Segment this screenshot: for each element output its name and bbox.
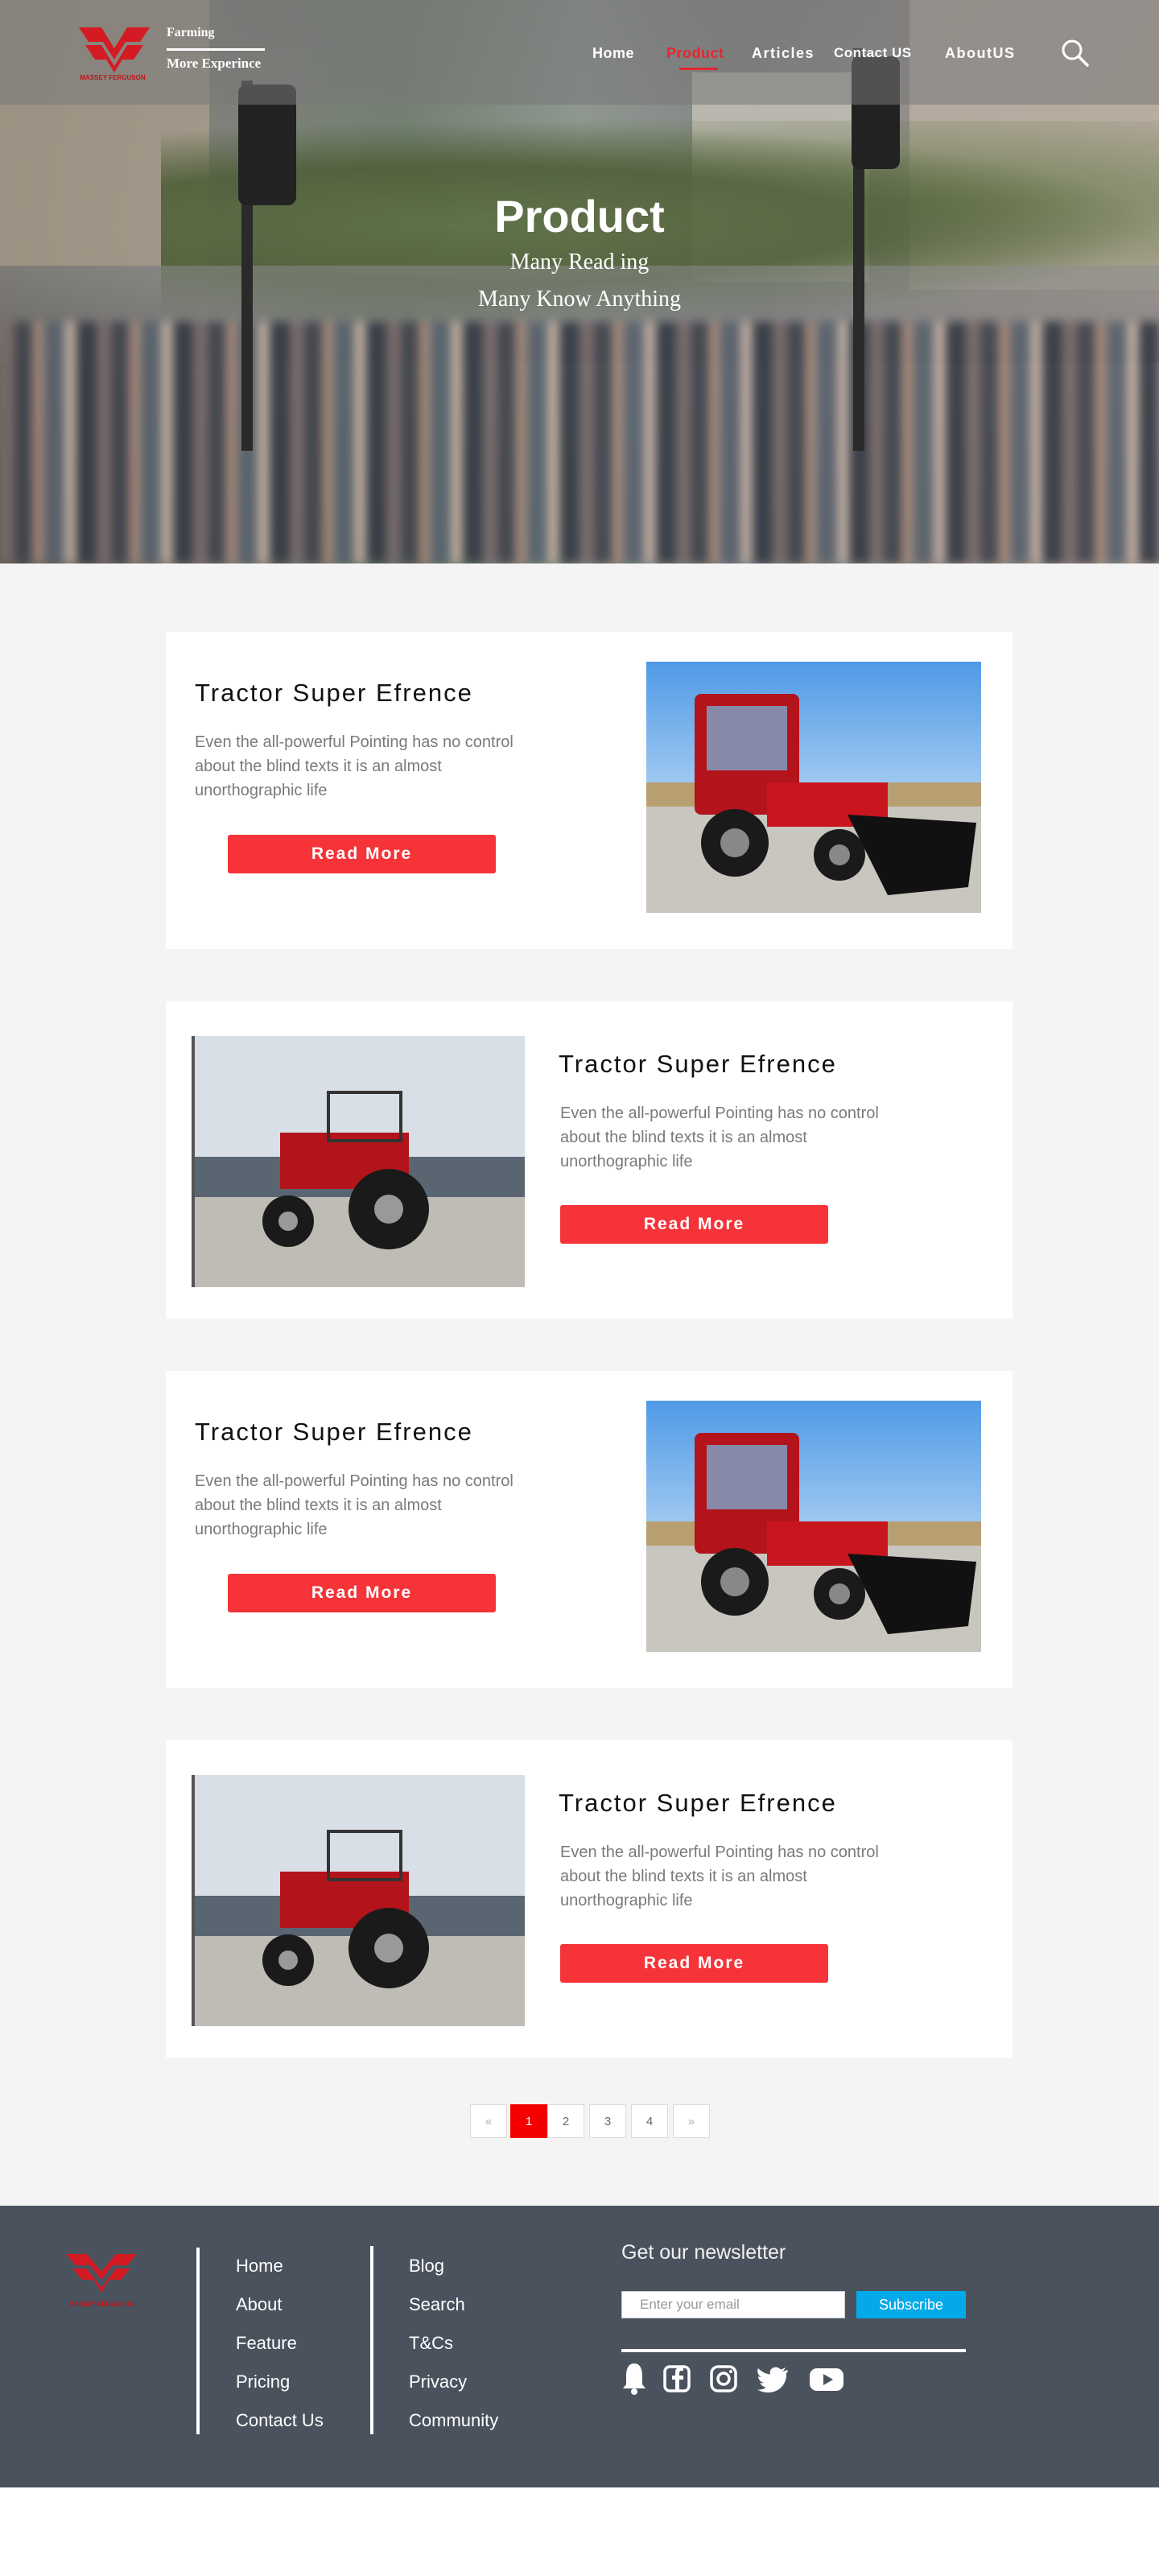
read-more-button[interactable]: Read More bbox=[560, 1944, 828, 1983]
nav-articles[interactable]: Articles bbox=[752, 45, 815, 62]
footer: MASSEY FERGUSON Home About Feature Prici… bbox=[0, 2206, 1159, 2487]
facebook-icon[interactable] bbox=[663, 2360, 691, 2396]
footer-link[interactable]: Community bbox=[409, 2410, 498, 2431]
tractor-vintage-image[interactable] bbox=[192, 1036, 525, 1287]
hero-title: Product bbox=[494, 191, 665, 242]
tractor-backhoe-image[interactable] bbox=[646, 662, 981, 913]
card-description: Even the all-powerful Pointing has no co… bbox=[195, 1472, 514, 1538]
nav-contact[interactable]: Contact US bbox=[834, 45, 912, 61]
pagination-prev[interactable]: « bbox=[470, 2104, 507, 2138]
footer-link[interactable]: T&Cs bbox=[409, 2333, 453, 2354]
footer-link[interactable]: Contact Us bbox=[236, 2410, 324, 2431]
product-card: Tractor Super Efrence Even the all-power… bbox=[166, 632, 1013, 949]
read-more-button[interactable]: Read More bbox=[228, 835, 496, 873]
hero-subtitle-1: Many Read ing bbox=[509, 250, 650, 275]
youtube-icon[interactable] bbox=[808, 2360, 845, 2396]
hero-subtitle-2: Many Know Anything bbox=[478, 287, 681, 312]
footer-link[interactable]: Pricing bbox=[236, 2372, 290, 2392]
tractor-backhoe-image[interactable] bbox=[646, 1401, 981, 1652]
instagram-icon[interactable] bbox=[710, 2360, 737, 2396]
hero-banner: MASSEY FERGUSON Farming More Experince H… bbox=[0, 0, 1159, 564]
pagination-page[interactable]: 4 bbox=[631, 2104, 668, 2138]
tagline-top: Farming bbox=[167, 26, 215, 39]
pagination-next[interactable]: » bbox=[673, 2104, 710, 2138]
card-title: Tractor Super Efrence bbox=[559, 1050, 837, 1078]
brand-name: MASSEY FERGUSON bbox=[80, 74, 146, 81]
email-input[interactable] bbox=[621, 2291, 845, 2318]
bell-icon[interactable] bbox=[621, 2360, 647, 2396]
read-more-button[interactable]: Read More bbox=[560, 1205, 828, 1244]
hero-crowd bbox=[0, 322, 1159, 564]
footer-logo[interactable] bbox=[64, 2252, 138, 2297]
tagline-divider bbox=[167, 48, 265, 51]
pagination-page[interactable]: 2 bbox=[547, 2104, 584, 2138]
footer-link[interactable]: About bbox=[236, 2294, 283, 2315]
search-icon[interactable] bbox=[1061, 39, 1090, 68]
card-description: Even the all-powerful Pointing has no co… bbox=[195, 733, 514, 799]
product-card: Tractor Super Efrence Even the all-power… bbox=[166, 1371, 1013, 1688]
twitter-icon[interactable] bbox=[757, 2360, 789, 2396]
product-card: Tractor Super Efrence Even the all-power… bbox=[166, 1001, 1013, 1319]
tagline-bottom: More Experince bbox=[167, 56, 262, 71]
nav-about[interactable]: AboutUS bbox=[945, 45, 1015, 62]
pagination-page[interactable]: 1 bbox=[510, 2104, 547, 2138]
footer-link[interactable]: Search bbox=[409, 2294, 465, 2315]
tagline: Farming More Experince bbox=[167, 26, 265, 72]
footer-divider bbox=[196, 2248, 200, 2434]
product-card: Tractor Super Efrence Even the all-power… bbox=[166, 1740, 1013, 2058]
read-more-button[interactable]: Read More bbox=[228, 1574, 496, 1612]
nav-active-underline bbox=[679, 68, 718, 70]
footer-link[interactable]: Privacy bbox=[409, 2372, 467, 2392]
newsletter-divider bbox=[621, 2349, 966, 2352]
footer-link[interactable]: Blog bbox=[409, 2256, 444, 2277]
footer-divider bbox=[370, 2246, 373, 2434]
card-title: Tractor Super Efrence bbox=[559, 1789, 837, 1817]
card-description: Even the all-powerful Pointing has no co… bbox=[560, 1104, 879, 1170]
footer-brand: MASSEY FERGUSON bbox=[68, 2301, 134, 2308]
nav-product[interactable]: Product bbox=[666, 45, 724, 62]
tractor-vintage-image[interactable] bbox=[192, 1775, 525, 2026]
footer-link[interactable]: Home bbox=[236, 2256, 283, 2277]
footer-link[interactable]: Feature bbox=[236, 2333, 297, 2354]
card-title: Tractor Super Efrence bbox=[195, 1418, 473, 1446]
pagination-page[interactable]: 3 bbox=[589, 2104, 626, 2138]
card-description: Even the all-powerful Pointing has no co… bbox=[560, 1843, 879, 1909]
newsletter-title: Get our newsletter bbox=[621, 2241, 786, 2264]
nav-home[interactable]: Home bbox=[592, 45, 634, 62]
subscribe-button[interactable]: Subscribe bbox=[856, 2291, 966, 2318]
card-title: Tractor Super Efrence bbox=[195, 679, 473, 707]
product-list: Tractor Super Efrence Even the all-power… bbox=[0, 564, 1159, 2206]
